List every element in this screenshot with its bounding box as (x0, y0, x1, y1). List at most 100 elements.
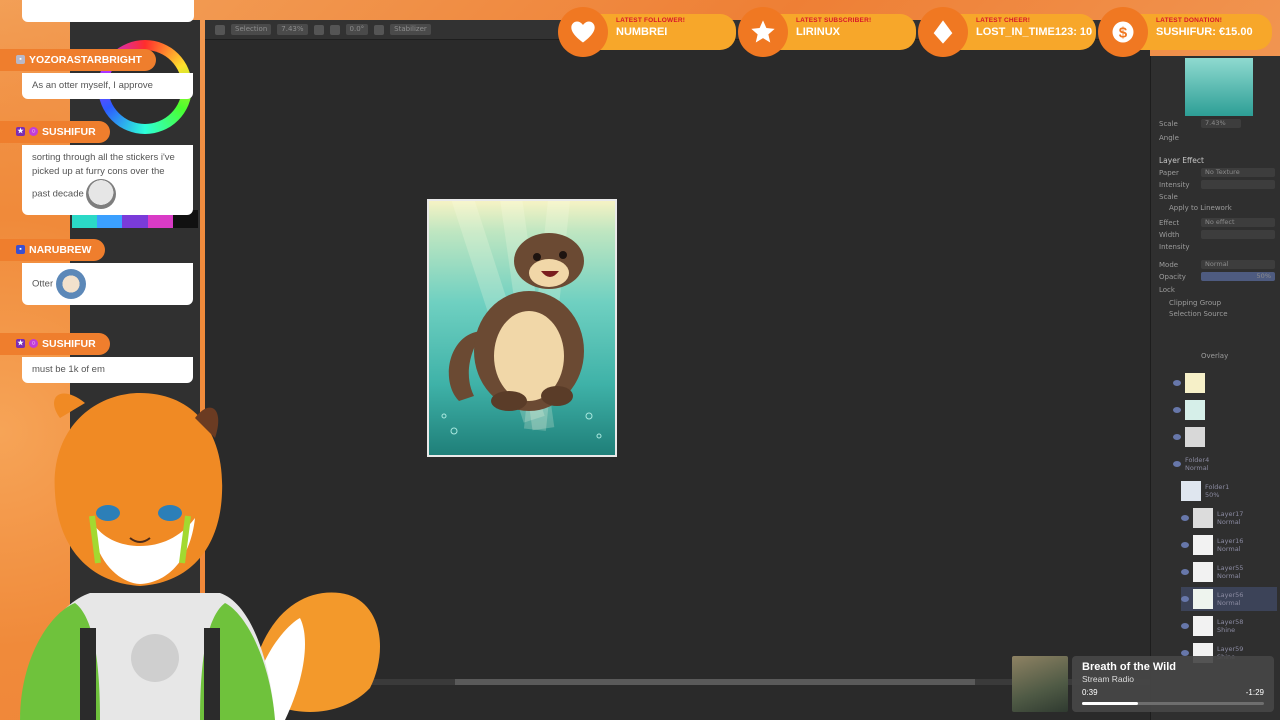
chat-username: ★ ○ SUSHIFUR (0, 120, 110, 143)
layer-name: Layer56 Normal (1217, 591, 1244, 607)
layer-row-layer58[interactable]: Layer58 Shine (1181, 614, 1280, 638)
layer-row[interactable] (1173, 371, 1275, 395)
selection-source-checkbox[interactable]: Selection Source (1169, 310, 1228, 318)
diamond-icon (918, 7, 968, 57)
chat-text: Otter (22, 262, 193, 305)
chat-text: must be 1k of em (22, 356, 193, 383)
subscriber-badge-icon: ○ (29, 127, 38, 136)
svg-text:$: $ (1119, 24, 1128, 41)
effect-select[interactable]: No effect (1201, 218, 1275, 227)
scale-label-2: Scale (1159, 193, 1178, 201)
eye-icon[interactable] (1173, 407, 1181, 413)
layer-thumbnail (1193, 535, 1213, 555)
eye-icon[interactable] (1173, 434, 1181, 440)
angle-field[interactable]: 0.0° (345, 24, 369, 35)
layer-name: Folder4 Normal (1185, 456, 1210, 472)
eye-icon[interactable] (1181, 542, 1189, 548)
eye-icon[interactable] (1181, 596, 1189, 602)
layers-panel: Scale 7.43% Angle Layer Effect Paper No … (1150, 56, 1280, 720)
layer-row-layer55[interactable]: Layer55 Normal (1181, 560, 1280, 584)
layer-thumbnail (1193, 589, 1213, 609)
layer-row-layer16[interactable]: Layer16 Normal (1181, 533, 1280, 557)
stabilizer-label[interactable]: Stabilizer (390, 24, 431, 35)
chat-text: sorting through all the stickers i've pi… (22, 144, 193, 215)
layer-thumbnail (1185, 427, 1205, 447)
artwork-otter[interactable] (427, 199, 617, 457)
latest-subscriber-alert: LATEST SUBSCRIBER! LIRINUX (738, 4, 918, 60)
chat-text: As an otter myself, I approve (22, 72, 193, 99)
layer-row-layer17[interactable]: Layer17 Normal (1181, 506, 1280, 530)
select-icon[interactable] (215, 24, 225, 35)
scale-field[interactable]: 7.43% (1201, 119, 1241, 128)
layer-row[interactable] (1173, 398, 1275, 422)
intensity-label-2: Intensity (1159, 243, 1190, 251)
alert-value: LOST_IN_TIME123: 10 (976, 26, 1093, 38)
mode-select[interactable]: Normal (1201, 260, 1275, 269)
apply-linework-checkbox[interactable]: Apply to Linework (1169, 204, 1232, 212)
layer-row-folder1[interactable]: Folder1 50% (1181, 479, 1280, 503)
selection-label[interactable]: Selection (231, 24, 272, 35)
clipping-group-checkbox[interactable]: Clipping Group (1169, 299, 1221, 307)
alert-value: NUMBREI (616, 26, 668, 38)
robot-emote-icon (86, 178, 117, 209)
track-artist: Stream Radio (1082, 674, 1134, 684)
eye-icon[interactable] (1181, 569, 1189, 575)
alert-value: SUSHIFUR: €15.00 (1156, 26, 1253, 38)
star-icon (738, 7, 788, 57)
star-badge-icon: ★ (16, 339, 25, 348)
chat-username: ★ ○ SUSHIFUR (0, 332, 110, 355)
scale-label: Scale (1159, 120, 1178, 128)
chat-previous-message (22, 0, 194, 22)
album-cover (1012, 656, 1068, 712)
width-label: Width (1159, 231, 1180, 239)
star-badge-icon: ★ (16, 127, 25, 136)
scrollbar-thumb[interactable] (455, 679, 975, 685)
alert-pill: LATEST FOLLOWER! NUMBREI (588, 14, 736, 50)
intensity-label: Intensity (1159, 181, 1190, 189)
alert-pill: LATEST SUBSCRIBER! LIRINUX (768, 14, 916, 50)
latest-cheer-alert: LATEST CHEER! LOST_IN_TIME123: 10 (918, 4, 1098, 60)
opacity-slider[interactable]: 50% (1201, 272, 1275, 281)
mode-label: Mode (1159, 261, 1179, 269)
track-title: Breath of the Wild (1082, 661, 1177, 673)
layer-name: Layer58 Shine (1217, 618, 1244, 634)
username-text: NARUBREW (29, 243, 92, 256)
layer-row-folder4[interactable]: Folder4 Normal (1173, 452, 1275, 476)
latest-donation-alert: $ LATEST DONATION! SUSHIFUR: €15.00 (1098, 4, 1278, 60)
progress-fill (1082, 702, 1139, 705)
progress-bar (1082, 702, 1264, 705)
dollar-icon: $ (1098, 7, 1148, 57)
overlay-label: Overlay (1201, 352, 1229, 360)
width-slider[interactable] (1201, 230, 1275, 239)
intensity-slider[interactable] (1201, 180, 1275, 189)
effect-label: Effect (1159, 219, 1180, 227)
layer-name: Folder1 50% (1205, 483, 1230, 499)
zoom-in-icon[interactable] (313, 24, 324, 35)
message-text: Otter (32, 278, 54, 290)
layer-thumbnail (1193, 508, 1213, 528)
eye-icon[interactable] (1181, 515, 1189, 521)
layer-thumbnail (1193, 562, 1213, 582)
now-playing-card: Breath of the Wild Stream Radio 0:39 -1:… (1072, 656, 1274, 712)
zoom-out-icon[interactable] (329, 24, 340, 35)
elapsed-time: 0:39 (1082, 688, 1098, 697)
username-text: SUSHIFUR (42, 125, 96, 138)
paper-select[interactable]: No Texture (1201, 168, 1275, 177)
alert-value: LIRINUX (796, 26, 840, 38)
navigator-preview[interactable] (1185, 58, 1253, 116)
zoom-field[interactable]: 7.43% (277, 24, 308, 35)
chat-message: ★ ○ SUSHIFUR must be 1k of em (0, 332, 205, 383)
now-playing-widget: Breath of the Wild Stream Radio 0:39 -1:… (1012, 656, 1274, 712)
layer-row-layer56-selected[interactable]: Layer56 Normal (1181, 587, 1277, 611)
eye-icon[interactable] (1173, 461, 1181, 467)
layer-effect-heading[interactable]: Layer Effect (1159, 156, 1204, 165)
opacity-label: Opacity (1159, 273, 1186, 281)
alert-label: LATEST CHEER! (976, 17, 1031, 24)
layer-row[interactable] (1173, 425, 1275, 449)
chat-overlay: ▪ YOZORASTARBRIGHT As an otter myself, I… (0, 0, 205, 400)
rotate-icon[interactable] (374, 24, 385, 35)
eye-icon[interactable] (1173, 380, 1181, 386)
vtuber-avatar (20, 393, 380, 720)
eye-icon[interactable] (1181, 623, 1189, 629)
layer-name: Layer55 Normal (1217, 564, 1244, 580)
